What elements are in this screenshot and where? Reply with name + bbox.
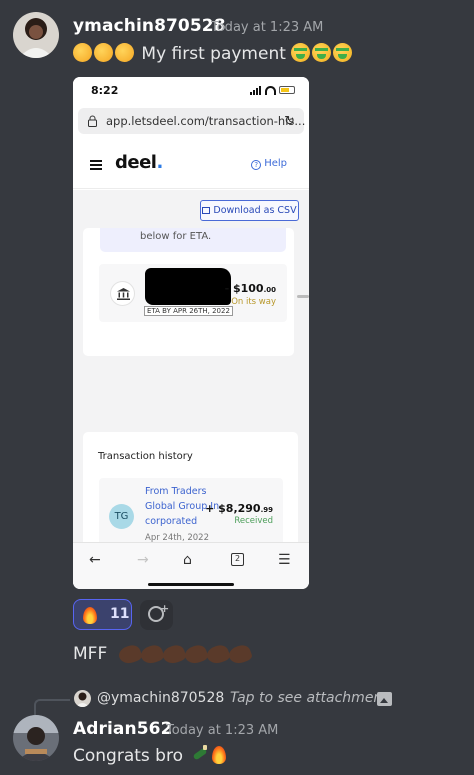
avatar-ymachin[interactable] xyxy=(13,12,59,58)
home-icon: ⌂ xyxy=(183,552,192,568)
hamburger-menu-icon xyxy=(90,160,102,170)
lock-icon xyxy=(88,115,97,127)
redacted-recipient xyxy=(145,268,231,305)
reply-avatar xyxy=(74,690,91,707)
scroll-indicator xyxy=(297,295,309,298)
pending-payment-row: ETA BY APR 26TH, 2022 - $100.00 On its w… xyxy=(99,264,287,322)
message-text: MFF xyxy=(73,642,253,668)
image-attachment[interactable]: 8:22 app.letsdeel.com/transaction-his...… xyxy=(73,77,309,589)
back-arrow-icon: ← xyxy=(89,552,101,568)
money-mouth-face-icon xyxy=(291,43,311,62)
message-timestamp: Today at 1:23 AM xyxy=(211,20,324,35)
transaction-history-title: Transaction history xyxy=(98,451,193,462)
transaction-amount: + $8,290.99 xyxy=(205,502,273,515)
message-body: MFF xyxy=(73,644,108,664)
menu-icon: ☰ xyxy=(278,552,291,568)
money-mouth-face-icon xyxy=(333,43,353,62)
deel-content: Download as CSV below for ETA. ETA BY AP… xyxy=(73,190,309,542)
url-text: app.letsdeel.com/transaction-his... xyxy=(106,114,306,128)
reload-icon: ↻ xyxy=(284,114,295,129)
battery-icon xyxy=(279,86,295,94)
transaction-history-card: Transaction history TG From Traders Glob… xyxy=(83,432,298,542)
wifi-icon xyxy=(265,85,276,95)
fire-reaction[interactable]: 11 xyxy=(73,599,132,630)
pending-payments-card: below for ETA. ETA BY APR 26TH, 2022 - $… xyxy=(83,228,294,356)
message-text: Congrats bro xyxy=(73,745,227,766)
transaction-date: Apr 24th, 2022 xyxy=(145,533,209,542)
reply-connector xyxy=(34,699,70,715)
sender-initials-avatar: TG xyxy=(109,504,134,529)
partying-face-icon xyxy=(115,43,134,62)
phone-status-bar: 8:22 xyxy=(73,77,309,103)
partying-face-icon xyxy=(73,43,92,62)
pending-status: On its way xyxy=(231,297,276,307)
download-icon xyxy=(202,207,211,214)
message-text: My first payment xyxy=(73,43,354,64)
add-reaction-button[interactable]: + xyxy=(140,600,173,630)
browser-url-bar: app.letsdeel.com/transaction-his... ↻ xyxy=(78,108,306,134)
deel-logo: deel. xyxy=(115,152,163,173)
bank-icon xyxy=(110,281,135,306)
partying-face-icon xyxy=(94,43,113,62)
download-csv-button: Download as CSV xyxy=(200,200,299,221)
reply-hint[interactable]: Tap to see attachment xyxy=(230,690,388,706)
username[interactable]: ymachin870528 xyxy=(73,16,226,36)
eta-banner: below for ETA. xyxy=(100,228,286,252)
eta-tag: ETA BY APR 26TH, 2022 xyxy=(144,306,233,316)
status-time: 8:22 xyxy=(91,84,119,97)
pending-amount: - $100.00 xyxy=(224,282,276,295)
forward-arrow-icon: → xyxy=(137,552,149,568)
champagne-bottle-icon xyxy=(191,745,208,764)
message-body: My first payment xyxy=(141,44,286,64)
username[interactable]: Adrian562 xyxy=(73,719,173,739)
image-icon xyxy=(377,692,392,706)
money-mouth-face-icon xyxy=(312,43,332,62)
browser-nav-bar: ← → ⌂ 2 ☰ xyxy=(73,542,309,589)
reply-mention[interactable]: @ymachin870528 xyxy=(97,690,224,706)
deel-header: deel. ? Help xyxy=(73,139,309,189)
avatar-adrian[interactable] xyxy=(13,715,59,761)
help-link: ? Help xyxy=(251,158,287,170)
transaction-status: Received xyxy=(234,516,273,526)
help-icon: ? xyxy=(251,160,262,170)
message-body: Congrats bro xyxy=(73,746,183,766)
transaction-row: TG From Traders Global Group In-corporat… xyxy=(99,478,283,542)
fire-icon xyxy=(83,607,97,624)
eggplant-emojis-icon xyxy=(116,642,253,668)
message-timestamp: Today at 1:23 AM xyxy=(166,723,279,738)
home-indicator xyxy=(148,583,234,586)
signal-icon xyxy=(250,85,262,95)
tabs-icon: 2 xyxy=(231,553,244,566)
reaction-count: 11 xyxy=(110,606,130,622)
fire-icon xyxy=(212,746,227,764)
